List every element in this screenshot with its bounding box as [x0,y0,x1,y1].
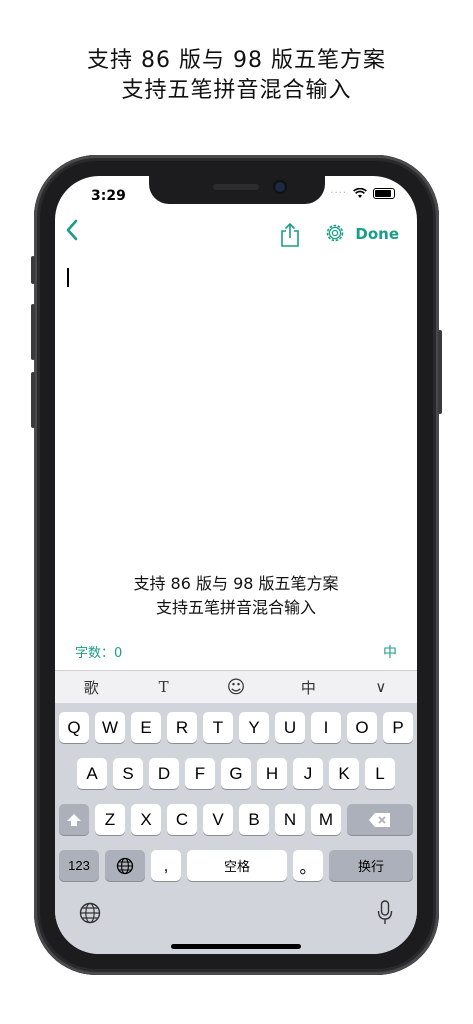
key-d[interactable]: D [149,758,179,789]
share-button[interactable] [280,222,300,252]
key-f[interactable]: F [185,758,215,789]
space-key-label: 空格 [223,859,250,874]
silent-switch [31,256,35,284]
toolbar-emoji-button[interactable]: ☺ [200,677,272,698]
home-indicator[interactable] [171,944,301,949]
globe-key[interactable] [105,850,145,881]
toolbar-lyrics-button[interactable]: 歌 [55,677,127,698]
key-u[interactable]: U [275,712,305,743]
key-n[interactable]: N [275,804,305,835]
key-q[interactable]: Q [59,712,89,743]
key-r[interactable]: R [167,712,197,743]
key-h[interactable]: H [257,758,287,789]
numbers-key[interactable]: 123 [59,850,99,881]
toolbar-collapse-button[interactable]: ∨ [345,678,417,696]
key-x[interactable]: X [131,804,161,835]
microphone-icon[interactable] [377,900,393,926]
front-camera [275,182,285,192]
key-o[interactable]: O [347,712,377,743]
gear-icon [326,224,344,242]
keyboard: 歌 T ☺ 中 ∨ Q W E R T Y U I O P A S D F G … [55,670,417,954]
cellular-signal-icon: ···· [330,188,347,199]
side-button [438,330,442,414]
key-k[interactable]: K [329,758,359,789]
toolbar-text-button[interactable]: T [127,678,199,696]
keyboard-toolbar: 歌 T ☺ 中 ∨ [55,670,417,703]
key-j[interactable]: J [293,758,323,789]
volume-up-button [31,304,35,360]
key-z[interactable]: Z [95,804,125,835]
numbers-key-label: 123 [68,858,90,873]
battery-icon [373,188,395,199]
status-time: 3:29 [91,188,126,204]
done-button[interactable]: Done [355,225,399,243]
key-w[interactable]: W [95,712,125,743]
shift-key[interactable] [59,804,89,835]
settings-button[interactable] [324,222,346,248]
headline-line-2: 支持五笔拼音混合输入 [121,78,352,103]
return-key[interactable]: 换行 [329,850,413,881]
share-icon [281,222,299,247]
chevron-left-icon [66,219,78,241]
toolbar-chinese-button[interactable]: 中 [272,677,344,698]
backspace-icon [369,812,390,827]
word-count: 字数：0 [75,646,123,661]
globe-icon [116,857,134,874]
key-y[interactable]: Y [239,712,269,743]
shift-icon [67,813,81,826]
key-s[interactable]: S [113,758,143,789]
key-v[interactable]: V [203,804,233,835]
period-key[interactable]: 。 [293,850,323,881]
comma-key[interactable]: , [151,850,181,881]
speaker [213,184,259,190]
phone-screen: 3:29 ···· Done 支持 86 版与 98 版五笔方案 支持五笔拼音混… [55,176,417,954]
key-e[interactable]: E [131,712,161,743]
key-b[interactable]: B [239,804,269,835]
globe-switch-icon[interactable] [79,902,101,924]
volume-down-button [31,372,35,428]
text-cursor[interactable] [67,268,69,287]
navigation-bar: Done [55,218,417,252]
key-g[interactable]: G [221,758,251,789]
return-key-label: 换行 [357,859,384,874]
input-mode-indicator[interactable]: 中 [383,642,397,662]
key-l[interactable]: L [365,758,395,789]
space-key[interactable]: 空格 [187,850,287,881]
wifi-icon [353,188,367,198]
key-p[interactable]: P [383,712,413,743]
key-c[interactable]: C [167,804,197,835]
notch [149,176,325,204]
back-button[interactable] [65,218,79,249]
key-a[interactable]: A [77,758,107,789]
editor-text-line-2: 支持五笔拼音混合输入 [155,598,316,617]
key-t[interactable]: T [203,712,233,743]
status-indicators: ···· [330,188,395,199]
key-i[interactable]: I [311,712,341,743]
headline-line-1: 支持 86 版与 98 版五笔方案 [87,48,386,73]
backspace-key[interactable] [347,804,413,835]
editor-text-line-1: 支持 86 版与 98 版五笔方案 [133,574,339,593]
key-m[interactable]: M [311,804,341,835]
